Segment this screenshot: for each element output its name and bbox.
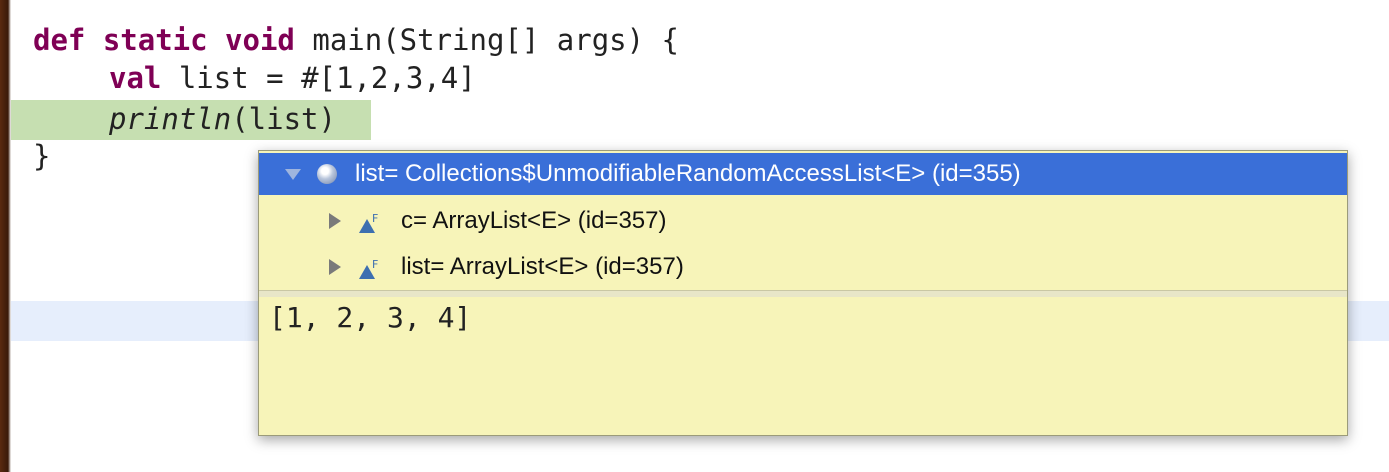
tree-row-label: list= Collections$UnmodifiableRandomAcce… — [355, 160, 1021, 187]
code-line-1[interactable]: def static void main(String[] args) { — [33, 20, 679, 60]
debug-hover-popup[interactable]: list= Collections$UnmodifiableRandomAcce… — [258, 150, 1348, 436]
code-keyword: val — [109, 61, 162, 95]
final-field-icon: F — [359, 212, 378, 233]
code-text: list = #[1,2,3,4] — [161, 61, 476, 95]
tree-row-label: c= ArrayList<E> (id=357) — [401, 207, 667, 234]
tree-row-field-list[interactable]: F list= ArrayList<E> (id=357) — [259, 245, 1347, 289]
collapse-triangle-icon[interactable] — [329, 213, 341, 229]
svg-text:F: F — [372, 258, 378, 271]
code-line-2[interactable]: val list = #[1,2,3,4] — [109, 58, 476, 98]
variable-tree[interactable]: list= Collections$UnmodifiableRandomAcce… — [259, 151, 1347, 289]
collapse-triangle-icon[interactable] — [329, 259, 341, 275]
code-line-4[interactable]: } — [33, 136, 50, 176]
svg-text:F: F — [372, 212, 378, 225]
code-keyword: def static void — [33, 23, 295, 57]
tree-row-field-c[interactable]: F c= ArrayList<E> (id=357) — [259, 199, 1347, 243]
code-line-3[interactable]: println(list) — [109, 99, 336, 139]
code-method-call: println — [109, 102, 232, 136]
tree-row-list[interactable]: list= Collections$UnmodifiableRandomAcce… — [259, 153, 1347, 195]
tree-row-label: list= ArrayList<E> (id=357) — [401, 253, 684, 280]
object-instance-icon — [317, 164, 337, 184]
pane-divider[interactable] — [259, 290, 1347, 297]
expand-triangle-icon[interactable] — [285, 169, 301, 180]
code-text: main(String[] args) { — [294, 23, 680, 57]
detail-pane-value[interactable]: [1, 2, 3, 4] — [269, 301, 471, 334]
code-text: } — [33, 139, 51, 173]
final-field-icon: F — [359, 258, 378, 279]
code-text: (list) — [231, 102, 336, 136]
